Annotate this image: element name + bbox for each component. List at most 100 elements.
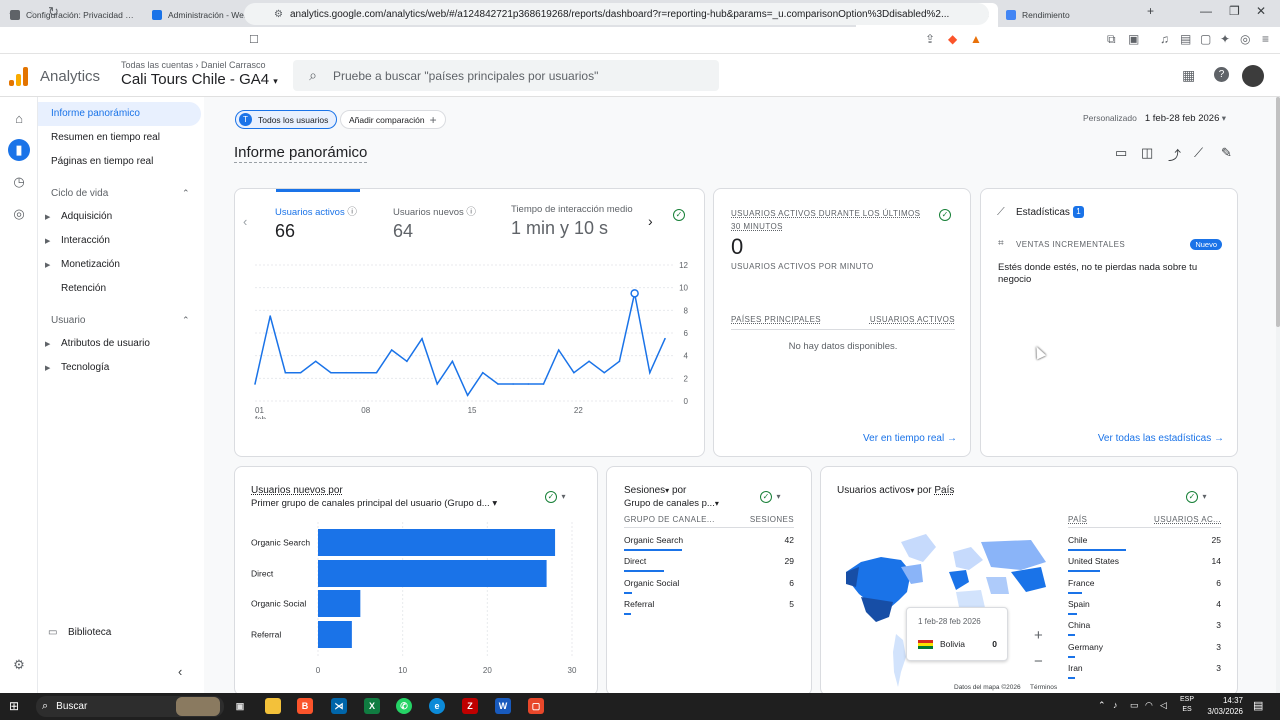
help-icon[interactable]: ? [1214,67,1229,82]
leo-icon[interactable]: ✦ [1220,32,1230,46]
nav-item-paginas[interactable]: Páginas en tiempo real [51,156,153,167]
card-options[interactable]: ✓ ▾ [1186,486,1206,504]
check-circle-icon[interactable]: ✓ [673,209,685,221]
data-point[interactable] [436,383,439,385]
data-point[interactable] [345,371,347,374]
table-row[interactable]: Organic Search 42 [624,535,794,556]
music-icon[interactable]: ♫ [1160,32,1169,46]
nav-section-lifecycle[interactable]: Ciclo de vida [51,188,108,199]
data-point[interactable] [497,383,499,385]
new-tab-icon[interactable]: + [1147,4,1154,18]
data-point[interactable] [557,349,560,351]
windows-start-icon[interactable]: ⊞ [9,699,19,713]
recorder-icon[interactable]: ▢ [528,698,544,714]
reports-icon[interactable]: ▮ [8,139,30,161]
data-point[interactable] [664,337,666,340]
bar[interactable] [318,560,547,587]
add-comparison-button[interactable]: Añadir comparación + [340,110,446,129]
share-icon[interactable]: ⇪ [925,32,935,46]
apps-grid-icon[interactable]: ▦ [1182,67,1195,84]
wallet-icon[interactable]: ▣ [1128,32,1139,46]
avatar[interactable] [1242,65,1264,87]
microphone-icon[interactable]: ♪ [1113,700,1118,710]
table-row[interactable]: Germany 3 [1068,642,1221,663]
table-row[interactable]: France 6 [1068,578,1221,599]
data-point[interactable] [314,360,317,363]
data-point[interactable] [330,371,332,374]
table-row[interactable]: Organic Social 6 [624,578,794,599]
card-options[interactable]: ✓ ▾ [760,486,780,504]
data-point[interactable] [630,289,639,298]
edit-icon[interactable]: ✎ [1221,145,1232,161]
close-window-icon[interactable]: ✕ [1256,4,1266,18]
volume-icon[interactable]: ◁ [1160,700,1167,711]
metric-selector[interactable]: Sesiones▾ por [624,485,686,496]
maximize-icon[interactable]: ❐ [1229,4,1240,18]
bar[interactable] [318,590,361,617]
compare-icon[interactable]: ◫ [1141,145,1153,161]
data-point[interactable] [406,360,408,363]
reload-icon[interactable]: ↻ [48,4,59,20]
site-info-icon[interactable]: ⚙ [274,9,283,20]
brave-icon[interactable]: B [297,698,313,714]
insight-text[interactable]: Estés donde estés, no te pierdas nada so… [998,262,1213,286]
data-point[interactable] [527,383,530,385]
data-point[interactable] [254,383,256,385]
collapse-nav-icon[interactable]: ‹ [178,664,182,679]
search-input[interactable]: ⌕ Pruebe a buscar "países principales por… [293,60,719,91]
task-view-icon[interactable]: ▣ [232,698,248,714]
edge-icon[interactable]: e [429,698,445,714]
minimize-icon[interactable]: — [1200,4,1212,18]
view-all-insights-link[interactable]: Ver todas las estadísticas → [1098,433,1224,444]
data-point[interactable] [421,337,423,340]
chevron-up-icon[interactable]: ⌃ [1098,700,1106,711]
menu-icon[interactable]: ≡ [1262,32,1269,46]
back-icon[interactable]: ‹ [9,4,14,20]
data-point[interactable] [573,371,575,374]
customize-icon[interactable]: ▭ [1115,145,1127,161]
bar[interactable] [318,621,352,648]
brave-shield-icon[interactable]: ◆ [948,32,957,46]
data-point[interactable] [649,371,651,374]
data-point[interactable] [390,349,393,351]
extensions-icon[interactable]: ⧉ [1107,32,1116,47]
chevron-up-icon[interactable]: ⌃ [182,315,190,326]
metric-usuarios-activos[interactable]: Usuarios activos ⓘ 66 [275,204,357,242]
chevron-right-icon[interactable]: › [648,213,653,229]
chevron-up-icon[interactable]: ⌃ [182,188,190,199]
data-point[interactable] [451,360,454,363]
nav-section-user[interactable]: Usuario [51,315,85,326]
check-circle-icon[interactable]: ✓ [939,209,951,221]
bookmark-icon[interactable]: ☐ [249,33,259,46]
share-report-icon[interactable]: ⤴ [1168,145,1181,164]
data-point[interactable] [481,371,484,374]
nav-item-atributos[interactable]: Atributos de usuario [61,338,150,349]
data-point[interactable] [603,371,606,374]
metric-selector[interactable]: Usuarios activos▾ por País [837,485,954,496]
filezilla-icon[interactable]: Z [462,698,478,714]
nav-item-interaccion[interactable]: Interacción [61,235,110,246]
nav-item-resumen[interactable]: Resumen en tiempo real [51,132,160,143]
clock[interactable]: 14:37 3/03/2026 [1203,695,1243,717]
table-row[interactable]: China 3 [1068,620,1221,641]
advertising-icon[interactable]: ◎ [10,205,28,223]
network-icon[interactable]: ▭ [1130,700,1139,711]
file-explorer-icon[interactable] [265,698,281,714]
view-realtime-link[interactable]: Ver en tiempo real → [863,433,957,444]
data-point[interactable] [375,371,378,374]
property-selector[interactable]: Cali Tours Chile - GA4 ▾ [121,71,278,88]
data-point[interactable] [269,315,271,317]
map-terms-link[interactable]: Términos [1030,684,1057,691]
metric-usuarios-nuevos[interactable]: Usuarios nuevos ⓘ 64 [393,204,476,242]
table-row[interactable]: Chile 25 [1068,535,1221,556]
dimension-selector[interactable]: Primer grupo de canales principal del us… [251,498,497,509]
zoom-in-icon[interactable]: + [1034,627,1043,644]
address-bar[interactable]: ⚙ analytics.google.com/analytics/web/#/a1… [244,3,989,25]
nav-item-biblioteca[interactable]: Biblioteca [68,627,111,638]
table-row[interactable]: United States 14 [1068,556,1221,577]
browser-tab[interactable]: Rendimiento [998,3,1140,27]
zoom-out-icon[interactable]: − [1034,653,1043,670]
data-point[interactable] [299,371,302,374]
rewards-icon[interactable]: ▲ [970,32,982,46]
nav-item-retencion[interactable]: Retención [61,283,106,294]
